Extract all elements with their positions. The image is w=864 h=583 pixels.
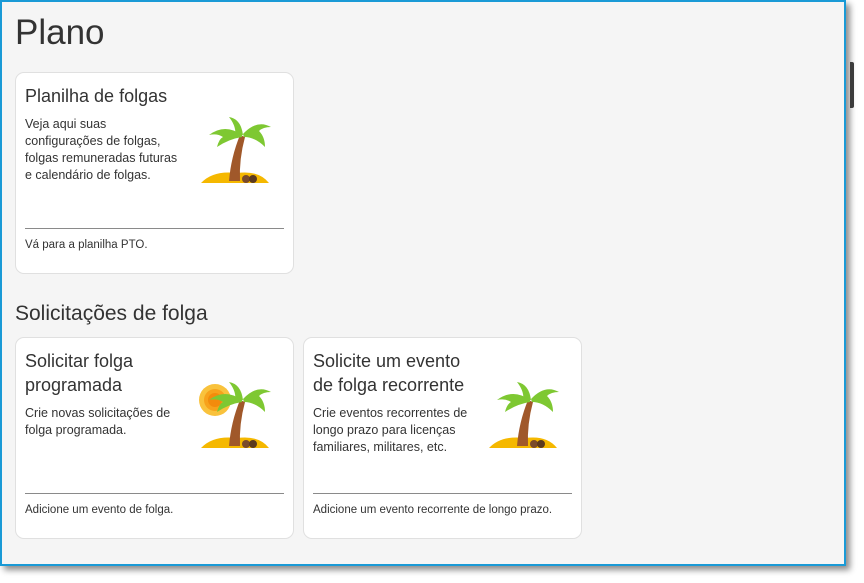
card-description: Veja aqui suas configurações de folgas, … [25,117,178,182]
leaf-shape [531,389,559,412]
leaf-shape [243,124,271,147]
coconut-shape [530,440,538,448]
card-title: Solicitar folga programada [25,351,134,395]
divider [25,228,284,229]
recurring-time-off-card[interactable]: Solicite um evento de folga recorrente C… [303,337,582,539]
leaf-shape [243,389,271,412]
card-link[interactable]: Vá para a planilha PTO. [25,239,148,251]
card-link[interactable]: Adicione um evento recorrente de longo p… [313,504,552,516]
scheduled-time-off-card[interactable]: Solicitar folga programada Crie novas so… [15,337,294,539]
app-window: Plano Planilha de folgas Veja aqui suas … [0,0,846,566]
coconut-shape [537,440,545,448]
pto-sheet-card[interactable]: Planilha de folgas Veja aqui suas config… [15,72,294,274]
scroll-edge [850,62,854,108]
card-description: Crie eventos recorrentes de longo prazo … [313,406,468,454]
palm-island-icon [201,117,271,183]
divider [313,493,572,494]
coconut-shape [249,440,257,448]
palm-island-sun-icon [199,382,271,448]
card-title: Planilha de folgas [25,86,168,106]
palm-island-icon [489,382,559,448]
coconut-shape [242,175,250,183]
coconut-shape [242,440,250,448]
coconut-shape [249,175,257,183]
card-title: Solicite um evento de folga recorrente [313,351,465,395]
divider [25,493,284,494]
section-title: Solicitações de folga [15,302,208,325]
page-title: Plano [15,13,105,52]
card-link[interactable]: Adicione um evento de folga. [25,504,173,516]
card-description: Crie novas solicitações de folga program… [25,406,171,437]
